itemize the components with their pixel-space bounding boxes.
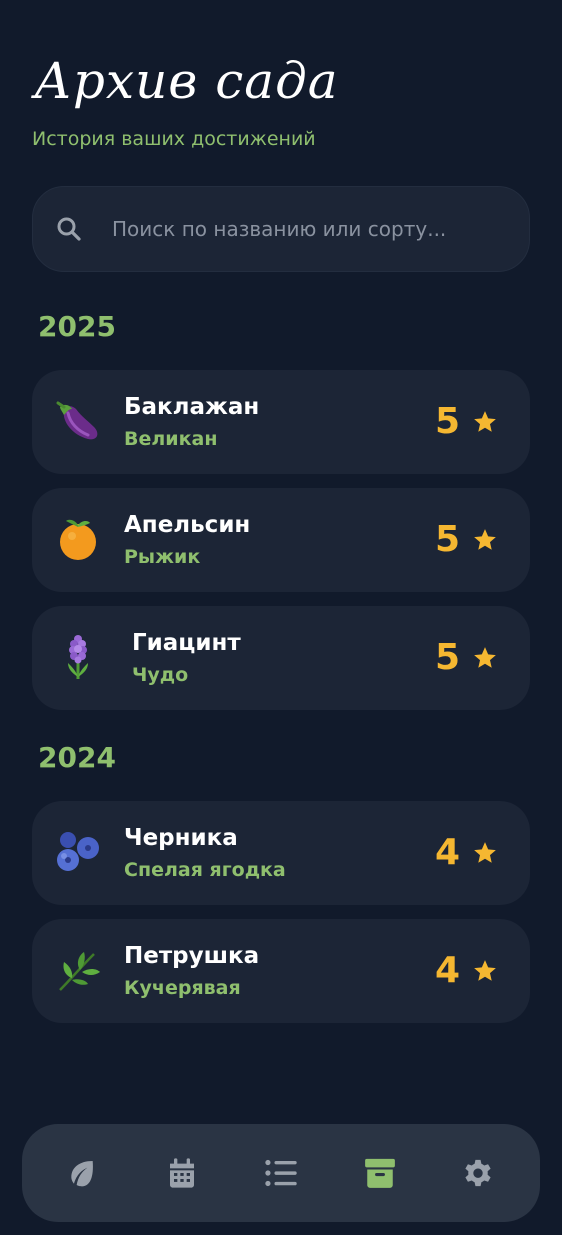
page-title: Архив сада [34,52,339,110]
plant-card[interactable]: Черника Спелая ягодка 4 [32,801,530,905]
blueberries-icon [57,832,99,871]
plant-rating: 5 [434,519,460,560]
nav-item-archive[interactable] [362,1155,398,1191]
gear-icon [465,1159,491,1187]
page-subtitle: История ваших достижений [32,128,316,150]
plant-name: Апельсин [124,512,251,538]
nav-item-garden[interactable] [64,1155,100,1191]
herb-icon [59,952,100,991]
bottom-navigation [22,1124,540,1222]
star-icon [474,411,496,432]
plant-card[interactable]: Апельсин Рыжик 5 [32,488,530,592]
nav-item-calendar[interactable] [164,1155,200,1191]
plant-rating: 4 [434,950,460,991]
nav-item-settings[interactable] [460,1155,496,1191]
archive-icon [365,1158,395,1188]
leaf-icon [71,1161,93,1187]
search-input[interactable] [112,212,512,246]
star-icon [474,960,496,981]
list-icon [265,1159,297,1187]
plant-name: Баклажан [124,394,260,420]
search-icon [57,217,81,241]
star-icon [474,842,496,863]
eggplant-icon [56,401,98,440]
plant-variety: Рыжик [124,546,201,568]
calendar-icon [170,1158,194,1188]
hyacinth-icon [68,635,88,679]
plant-name: Гиацинт [132,630,241,656]
plant-variety: Кучерявая [124,977,241,999]
year-heading-2024: 2024 [38,741,116,774]
plant-rating: 4 [434,832,460,873]
plant-card[interactable]: Гиацинт Чудо 5 [32,606,530,710]
plant-variety: Спелая ягодка [124,859,286,881]
star-icon [474,529,496,550]
plant-variety: Великан [124,428,218,450]
plant-name: Черника [124,825,238,851]
year-heading-2025: 2025 [38,310,116,343]
tangerine-icon [60,519,96,560]
star-icon [474,647,496,668]
plant-card[interactable]: Баклажан Великан 5 [32,370,530,474]
plant-variety: Чудо [132,664,189,686]
plant-card[interactable]: Петрушка Кучерявая 4 [32,919,530,1023]
plant-rating: 5 [434,401,460,442]
plant-name: Петрушка [124,943,260,969]
plant-rating: 5 [434,637,460,678]
nav-item-list[interactable] [263,1155,299,1191]
